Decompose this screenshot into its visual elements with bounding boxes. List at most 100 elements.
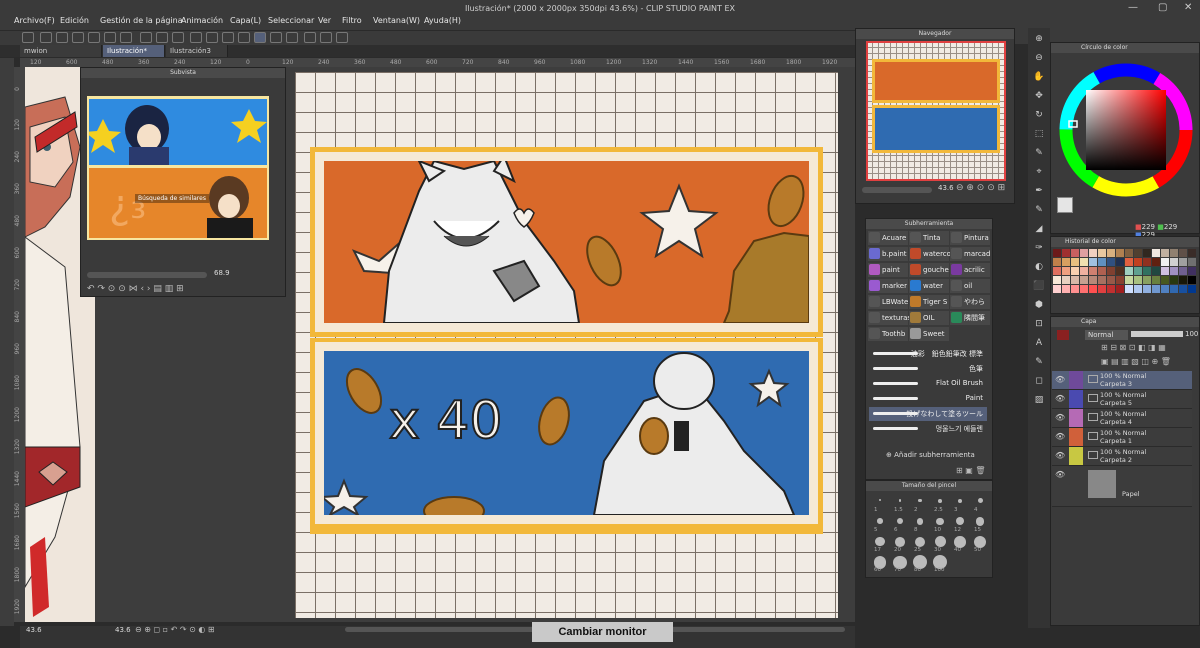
- blend-mode-select[interactable]: Normal: [1085, 330, 1128, 340]
- palette-swatch[interactable]: [1098, 258, 1106, 266]
- palette-swatch[interactable]: [1125, 249, 1133, 257]
- subtool-item[interactable]: texturas: [868, 311, 911, 325]
- brush-size-option[interactable]: 40: [951, 535, 969, 553]
- layer-toolbar-icons-2[interactable]: ▣ ▤ ▥ ▧ ◫ ⊕ 🗑: [1101, 357, 1171, 366]
- brush-preset-row[interactable]: 色筆: [869, 362, 987, 376]
- cambiar-monitor-button[interactable]: Cambiar monitor: [532, 622, 673, 642]
- palette-swatch[interactable]: [1161, 276, 1169, 284]
- tool-icon[interactable]: ↻: [1032, 110, 1046, 123]
- tool-icon[interactable]: ⊕: [1032, 34, 1046, 47]
- brush-size-option[interactable]: 1.5: [891, 495, 909, 513]
- clear-icon[interactable]: [140, 32, 152, 43]
- tool-icon[interactable]: ⊖: [1032, 53, 1046, 66]
- brush-size-option[interactable]: 25: [911, 535, 929, 553]
- palette-swatch[interactable]: [1116, 258, 1124, 266]
- palette-swatch[interactable]: [1089, 285, 1097, 293]
- redo-icon[interactable]: [120, 32, 132, 43]
- layer-toolbar-icons[interactable]: ⊞ ⊟ ⊠ ⊡ ◧ ◨ ▦: [1101, 343, 1166, 352]
- subtool-item[interactable]: OIL: [909, 311, 949, 325]
- menu-filtro[interactable]: Filtro: [342, 16, 362, 25]
- palette-swatch[interactable]: [1161, 285, 1169, 293]
- layer-row[interactable]: 👁 100 % Normal Carpeta 2: [1052, 447, 1192, 466]
- palette-swatch[interactable]: [1116, 276, 1124, 284]
- brush-size-option[interactable]: 4: [971, 495, 989, 513]
- tab-mwion[interactable]: mwion: [20, 45, 102, 57]
- palette-swatch[interactable]: [1170, 276, 1178, 284]
- tool-icon[interactable]: ◢: [1032, 224, 1046, 237]
- palette-swatch[interactable]: [1134, 258, 1142, 266]
- layer-row[interactable]: 👁 Papel: [1052, 466, 1192, 507]
- palette-swatch[interactable]: [1179, 249, 1187, 257]
- layer-row[interactable]: 👁 100 % Normal Carpeta 1: [1052, 428, 1192, 447]
- snap-grid-icon[interactable]: [270, 32, 282, 43]
- brush-size-option[interactable]: 5: [871, 515, 889, 533]
- layer-row[interactable]: 👁 100 % Normal Carpeta 5: [1052, 390, 1192, 409]
- tool-icon[interactable]: ⬚: [1032, 129, 1046, 142]
- transform-icon[interactable]: [172, 32, 184, 43]
- palette-swatch[interactable]: [1080, 285, 1088, 293]
- tool-icon[interactable]: ⌖: [1032, 167, 1046, 180]
- palette-swatch[interactable]: [1062, 258, 1070, 266]
- tool-icon[interactable]: ✎: [1032, 357, 1046, 370]
- undo-icon[interactable]: [104, 32, 116, 43]
- brush-preset-row[interactable]: 멍울느기 에들렌: [869, 422, 987, 436]
- fill-icon[interactable]: [156, 32, 168, 43]
- palette-swatch[interactable]: [1053, 285, 1061, 293]
- brush-size-option[interactable]: 8: [911, 515, 929, 533]
- tool-icon[interactable]: ✥: [1032, 91, 1046, 104]
- brush-size-option[interactable]: 100: [931, 555, 949, 573]
- palette-swatch[interactable]: [1089, 249, 1097, 257]
- brush-size-option[interactable]: 60: [871, 555, 889, 573]
- close-button[interactable]: ✕: [1184, 2, 1192, 13]
- palette-swatch[interactable]: [1098, 276, 1106, 284]
- menu-capa[interactable]: Capa(L): [230, 16, 261, 25]
- screen-icon[interactable]: [336, 32, 348, 43]
- palette-swatch[interactable]: [1116, 249, 1124, 257]
- brush-size-option[interactable]: 20: [891, 535, 909, 553]
- tool-icon[interactable]: A: [1032, 338, 1046, 351]
- palette-swatch[interactable]: [1170, 285, 1178, 293]
- palette-swatch[interactable]: [1170, 249, 1178, 257]
- palette-swatch[interactable]: [1107, 285, 1115, 293]
- tab-ilustracion[interactable]: Ilustración*: [103, 45, 165, 57]
- subtool-item[interactable]: LBWate: [868, 295, 908, 309]
- selection-border-icon[interactable]: [222, 32, 234, 43]
- palette-swatch[interactable]: [1098, 249, 1106, 257]
- maximize-button[interactable]: ▢: [1158, 2, 1167, 13]
- palette-swatch[interactable]: [1179, 258, 1187, 266]
- brush-preset-row[interactable]: 油彩 鉛色鉛筆改 標準: [869, 347, 987, 361]
- palette-swatch[interactable]: [1161, 249, 1169, 257]
- visibility-icon[interactable]: 👁: [1055, 432, 1065, 441]
- palette-swatch[interactable]: [1170, 267, 1178, 275]
- navegador-preview[interactable]: [866, 41, 1006, 181]
- palette-swatch[interactable]: [1080, 258, 1088, 266]
- color-icon[interactable]: [320, 32, 332, 43]
- subtool-item[interactable]: gouche: [909, 263, 949, 277]
- subtool-item[interactable]: acrilic s: [950, 263, 990, 288]
- menu-archivo[interactable]: Archivo(F): [14, 16, 55, 25]
- palette-swatch[interactable]: [1161, 258, 1169, 266]
- brush-size-option[interactable]: 15: [971, 515, 989, 533]
- brush-size-option[interactable]: 70: [891, 555, 909, 573]
- subvista-zoom-slider[interactable]: [87, 272, 207, 278]
- visibility-icon[interactable]: 👁: [1055, 394, 1065, 403]
- palette-swatch[interactable]: [1152, 249, 1160, 257]
- tool-icon[interactable]: ✋: [1032, 72, 1046, 85]
- subtool-item[interactable]: Acuare: [868, 231, 908, 245]
- palette-swatch[interactable]: [1116, 267, 1124, 275]
- palette-swatch[interactable]: [1152, 267, 1160, 275]
- invert-selection-icon[interactable]: [206, 32, 218, 43]
- palette-swatch[interactable]: [1152, 258, 1160, 266]
- palette-swatch[interactable]: [1089, 276, 1097, 284]
- navegador-zoom-slider[interactable]: [862, 187, 932, 193]
- subvista-nav-icons[interactable]: ↶ ↷ ⊙ ⊙ ⋈ ‹ › ▤ ▥ ⊞: [87, 284, 184, 294]
- color-wheel[interactable]: [1059, 63, 1193, 197]
- menu-toggle-icon[interactable]: [22, 32, 34, 43]
- palette-swatch[interactable]: [1062, 267, 1070, 275]
- palette-swatch[interactable]: [1134, 267, 1142, 275]
- tool-icon[interactable]: ⬛: [1032, 281, 1046, 294]
- visibility-icon[interactable]: 👁: [1055, 470, 1065, 479]
- brush-preset-row[interactable]: 投げなわして塗るツール: [869, 407, 987, 421]
- save-icon[interactable]: [72, 32, 84, 43]
- palette-swatch[interactable]: [1089, 267, 1097, 275]
